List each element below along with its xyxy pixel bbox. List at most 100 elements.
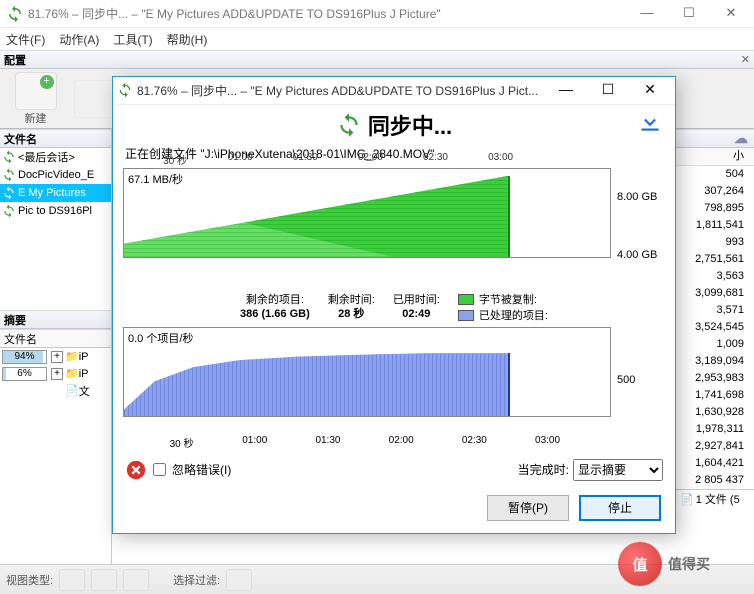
chart2-yaxis: 500: [611, 327, 665, 433]
config-list: <最后会话> DocPicVideo_E E My Pictures Pic t…: [0, 148, 111, 220]
config-close-icon[interactable]: ✕: [741, 53, 750, 66]
view-type-icon[interactable]: [91, 569, 117, 591]
dialog-heading-row: 同步中...: [113, 105, 675, 145]
config-item-docpicvideo[interactable]: DocPicVideo_E: [0, 166, 111, 184]
cloud-icon[interactable]: ☁: [734, 130, 748, 147]
size-column-header[interactable]: 小: [676, 148, 754, 166]
chart1-yaxis: 8.00 GB 4.00 GB: [611, 168, 665, 284]
menu-actions[interactable]: 动作(A): [59, 31, 99, 48]
size-value: 3,571: [676, 302, 754, 319]
sync-icon: [117, 82, 133, 98]
elapsed-time: 已用时间: 02:49: [393, 293, 440, 323]
summary-row[interactable]: 6% + 📁iP: [0, 365, 111, 382]
size-value: 504: [676, 166, 754, 183]
size-value: 3,524,545: [676, 319, 754, 336]
sync-progress-dialog: 81.76% – 同步中... – "E My Pictures ADD&UPD…: [112, 76, 676, 534]
summary-header: 摘要: [0, 310, 111, 329]
chart2-plot-area: 0.0 个项目/秒: [123, 327, 611, 417]
dialog-close-button[interactable]: ✕: [629, 77, 671, 103]
sync-icon: [336, 112, 362, 138]
app-sync-icon: [6, 5, 24, 23]
remaining-time: 剩余时间: 28 秒: [328, 293, 375, 323]
download-arrow-icon[interactable]: [637, 109, 663, 135]
on-complete-label: 当完成时:: [518, 461, 569, 478]
on-complete-select[interactable]: 显示摘要: [573, 459, 663, 481]
view-type-icon[interactable]: [123, 569, 149, 591]
config-item-last-session[interactable]: <最后会话>: [0, 148, 111, 166]
size-value: 1,741,698: [676, 387, 754, 404]
remaining-items: 剩余的项目: 386 (1.66 GB): [240, 293, 310, 323]
menu-tools[interactable]: 工具(T): [113, 31, 152, 48]
ignore-errors-label: 忽略错误(I): [172, 461, 231, 478]
summary-row[interactable]: 📄文: [0, 382, 111, 399]
main-max-button[interactable]: ☐: [668, 1, 710, 27]
toolbar-new-button[interactable]: + 新建: [8, 71, 63, 126]
main-title: 81.76% – 同步中... – "E My Pictures ADD&UPD…: [28, 5, 626, 22]
bytes-chart: 30 秒01:0001:3002:0002:3003:00 67.1 MB/秒 …: [123, 168, 665, 284]
dialog-heading: 同步中...: [336, 109, 452, 141]
dialog-buttons: 暂停(P) 停止: [113, 485, 675, 533]
main-min-button[interactable]: —: [626, 1, 668, 27]
toolbar-new-label: 新建: [25, 110, 47, 126]
summary-filename-header: 文件名: [0, 329, 111, 348]
chart1-xaxis: 30 秒01:0001:3002:0002:3003:00: [123, 152, 557, 166]
chart-legend: 字节被复制: 已处理的项目:: [458, 291, 548, 323]
expand-icon[interactable]: +: [51, 368, 63, 380]
config-panel-header: 配置 ✕: [0, 50, 754, 69]
chart1-plot-area: 67.1 MB/秒: [123, 168, 611, 258]
config-item-mypictures[interactable]: E My Pictures: [0, 184, 111, 202]
size-value: 1,811,541: [676, 217, 754, 234]
view-type-icon[interactable]: [59, 569, 85, 591]
menu-help[interactable]: 帮助(H): [167, 31, 208, 48]
size-value: 1,978,311: [676, 421, 754, 438]
chart2-rate-label: 0.0 个项目/秒: [128, 330, 193, 346]
footer-file-count: 1 文件 (5: [696, 491, 740, 507]
summary-row[interactable]: 94% + 📁iP: [0, 348, 111, 365]
filter-icon[interactable]: [226, 569, 252, 591]
summary-panel: 摘要 文件名 94% + 📁iP 6% + 📁iP 📄文: [0, 310, 111, 399]
expand-icon[interactable]: +: [51, 351, 63, 363]
size-value: 1,604,421: [676, 455, 754, 472]
stop-button[interactable]: 停止: [579, 495, 661, 521]
size-value: 2,953,983: [676, 370, 754, 387]
size-value: 2 805 437: [676, 472, 754, 489]
main-titlebar: 81.76% – 同步中... – "E My Pictures ADD&UPD…: [0, 0, 754, 28]
watermark-text: 值得买: [668, 554, 710, 574]
watermark-badge-icon: 值: [618, 542, 662, 586]
view-type-label: 视图类型:: [6, 572, 53, 588]
legend-swatch-blue: [458, 310, 474, 321]
items-chart: 0.0 个项目/秒 500: [123, 327, 665, 433]
left-pane: 文件名 <最后会话> DocPicVideo_E E My Pictures P…: [0, 129, 112, 564]
mid-info: 剩余的项目: 386 (1.66 GB) 剩余时间: 28 秒 已用时间: 02…: [123, 291, 665, 323]
dialog-max-button[interactable]: ☐: [587, 77, 629, 103]
sync-icon: [2, 186, 16, 200]
sync-icon: [2, 204, 16, 218]
pause-button[interactable]: 暂停(P): [487, 495, 569, 521]
error-row: 忽略错误(I) 当完成时: 显示摘要: [113, 455, 675, 485]
summary-pct-bar: 94%: [2, 350, 47, 364]
sync-icon: [2, 168, 16, 182]
main-close-button[interactable]: ✕: [710, 1, 752, 27]
dialog-min-button[interactable]: —: [545, 77, 587, 103]
legend-swatch-green: [458, 294, 474, 305]
dialog-title: 81.76% – 同步中... – "E My Pictures ADD&UPD…: [137, 82, 545, 99]
dialog-titlebar[interactable]: 81.76% – 同步中... – "E My Pictures ADD&UPD…: [113, 77, 675, 105]
size-value: 1,630,928: [676, 404, 754, 421]
size-value: 1,009: [676, 336, 754, 353]
error-icon: [125, 459, 147, 481]
select-filter-label: 选择过滤:: [173, 572, 220, 588]
chart2-xaxis: 30 秒01:0001:3002:0002:3003:00: [123, 435, 611, 451]
size-value: 798,895: [676, 200, 754, 217]
ignore-errors-checkbox[interactable]: [153, 463, 166, 476]
sync-icon: [2, 150, 16, 164]
size-value: 3,189,094: [676, 353, 754, 370]
watermark: 值 值得买: [618, 540, 748, 588]
config-item-pic-ds916[interactable]: Pic to DS916Pl: [0, 202, 111, 220]
right-pane: ☁ 小 504307,264798,8951,811,5419932,751,5…: [676, 129, 754, 564]
menu-file[interactable]: 文件(F): [6, 31, 45, 48]
filename-header: 文件名: [0, 129, 111, 148]
size-column: 小 504307,264798,8951,811,5419932,751,561…: [676, 148, 754, 489]
config-header-label: 配置: [4, 52, 26, 68]
size-value: 307,264: [676, 183, 754, 200]
size-value: 993: [676, 234, 754, 251]
